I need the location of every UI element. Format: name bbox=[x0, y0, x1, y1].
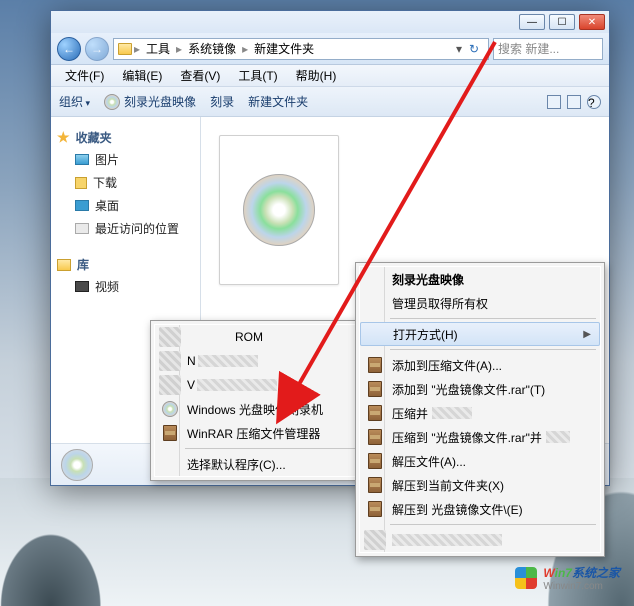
sidebar-item-recent[interactable]: 最近访问的位置 bbox=[57, 217, 194, 240]
titlebar: — ☐ ✕ bbox=[51, 11, 609, 33]
chevron-right-icon: ▸ bbox=[242, 42, 248, 56]
menu-separator bbox=[390, 524, 596, 525]
minimize-button[interactable]: — bbox=[519, 14, 545, 30]
new-folder-button[interactable]: 新建文件夹 bbox=[248, 93, 308, 110]
chevron-right-icon: ▸ bbox=[134, 42, 140, 56]
menu-file[interactable]: 文件(F) bbox=[57, 65, 112, 86]
ctx-extract-here[interactable]: 解压到当前文件夹(X) bbox=[360, 473, 600, 497]
chevron-right-icon: ▶ bbox=[583, 329, 591, 340]
ctx-burn-image[interactable]: 刻录光盘映像 bbox=[360, 267, 600, 291]
menu-help[interactable]: 帮助(H) bbox=[288, 65, 345, 86]
menu-separator bbox=[390, 318, 596, 319]
app-icon bbox=[159, 327, 181, 347]
disc-icon bbox=[161, 400, 179, 418]
breadcrumb-2[interactable]: 新建文件夹 bbox=[250, 39, 318, 59]
app-icon bbox=[364, 530, 386, 550]
breadcrumb-0[interactable]: 工具 bbox=[142, 39, 174, 59]
search-placeholder: 搜索 新建... bbox=[498, 40, 559, 57]
file-context-menu: 刻录光盘映像 管理员取得所有权 打开方式(H)▶ 添加到压缩文件(A)... 添… bbox=[355, 262, 605, 557]
view-mode-icon[interactable] bbox=[547, 95, 561, 109]
address-bar[interactable]: ▸ 工具 ▸ 系统镜像 ▸ 新建文件夹 ▾ ↻ bbox=[113, 38, 489, 60]
winrar-icon bbox=[366, 500, 384, 518]
winrar-icon bbox=[366, 428, 384, 446]
back-button[interactable]: ← bbox=[57, 37, 81, 61]
menu-edit[interactable]: 编辑(E) bbox=[114, 65, 170, 86]
sidebar-item-desktop[interactable]: 桌面 bbox=[57, 194, 194, 217]
sidebar-item-downloads[interactable]: 下载 bbox=[57, 171, 194, 194]
menu-tools[interactable]: 工具(T) bbox=[230, 65, 285, 86]
close-button[interactable]: ✕ bbox=[579, 14, 605, 30]
watermark-text: W bbox=[543, 566, 554, 580]
refresh-icon[interactable]: ↻ bbox=[464, 42, 484, 56]
desktop-icon bbox=[75, 200, 89, 211]
video-icon bbox=[75, 281, 89, 292]
windows-logo-icon bbox=[515, 567, 537, 589]
search-input[interactable]: 搜索 新建... bbox=[493, 38, 603, 60]
sidebar-libraries[interactable]: 库 bbox=[57, 254, 194, 275]
app-icon bbox=[159, 375, 181, 395]
star-icon: ★ bbox=[57, 129, 70, 146]
winrar-icon bbox=[366, 404, 384, 422]
winrar-icon bbox=[366, 380, 384, 398]
folder-icon bbox=[118, 43, 132, 55]
file-disc-image[interactable] bbox=[219, 135, 339, 285]
sidebar-item-pictures[interactable]: 图片 bbox=[57, 148, 194, 171]
forward-button[interactable]: → bbox=[85, 37, 109, 61]
menu-view[interactable]: 查看(V) bbox=[172, 65, 228, 86]
sidebar-item-videos[interactable]: 视频 bbox=[57, 275, 194, 298]
maximize-button[interactable]: ☐ bbox=[549, 14, 575, 30]
toolbar: 组织 刻录光盘映像 刻录 新建文件夹 ? bbox=[51, 87, 609, 117]
preview-pane-icon[interactable] bbox=[567, 95, 581, 109]
breadcrumb-1[interactable]: 系统镜像 bbox=[184, 39, 240, 59]
ctx-open-with[interactable]: 打开方式(H)▶ bbox=[360, 322, 600, 346]
library-icon bbox=[57, 259, 71, 271]
ctx-add-named[interactable]: 添加到 "光盘镜像文件.rar"(T) bbox=[360, 377, 600, 401]
winrar-icon bbox=[161, 424, 179, 442]
disc-icon bbox=[243, 174, 315, 246]
ctx-compress-named[interactable]: 压缩到 "光盘镜像文件.rar"并 bbox=[360, 425, 600, 449]
download-icon bbox=[75, 177, 87, 189]
status-thumbnail-icon bbox=[61, 449, 93, 481]
ctx-admin-own[interactable]: 管理员取得所有权 bbox=[360, 291, 600, 315]
chevron-right-icon: ▸ bbox=[176, 42, 182, 56]
winrar-icon bbox=[366, 452, 384, 470]
disc-icon bbox=[104, 94, 120, 110]
watermark: Win7系统之家 Winwin7.com bbox=[515, 564, 620, 592]
winrar-icon bbox=[366, 356, 384, 374]
winrar-icon bbox=[366, 476, 384, 494]
watermark-site: Winwin7.com bbox=[543, 581, 620, 592]
burn-image-button[interactable]: 刻录光盘映像 bbox=[104, 93, 196, 111]
burn-button[interactable]: 刻录 bbox=[210, 93, 234, 110]
ctx-extract[interactable]: 解压文件(A)... bbox=[360, 449, 600, 473]
menu-separator bbox=[390, 349, 596, 350]
ctx-add-archive[interactable]: 添加到压缩文件(A)... bbox=[360, 353, 600, 377]
recent-icon bbox=[75, 223, 89, 234]
picture-icon bbox=[75, 154, 89, 165]
sidebar-favorites[interactable]: ★收藏夹 bbox=[57, 127, 194, 148]
app-icon bbox=[159, 351, 181, 371]
dropdown-icon[interactable]: ▾ bbox=[456, 42, 462, 56]
organize-button[interactable]: 组织 bbox=[59, 93, 90, 110]
ctx-compress-and[interactable]: 压缩并 bbox=[360, 401, 600, 425]
ctx-extract-named[interactable]: 解压到 光盘镜像文件\(E) bbox=[360, 497, 600, 521]
help-icon[interactable]: ? bbox=[587, 95, 601, 109]
nav-bar: ← → ▸ 工具 ▸ 系统镜像 ▸ 新建文件夹 ▾ ↻ 搜索 新建... bbox=[51, 33, 609, 65]
ctx-redacted-last[interactable] bbox=[360, 528, 600, 552]
menu-bar: 文件(F) 编辑(E) 查看(V) 工具(T) 帮助(H) bbox=[51, 65, 609, 87]
